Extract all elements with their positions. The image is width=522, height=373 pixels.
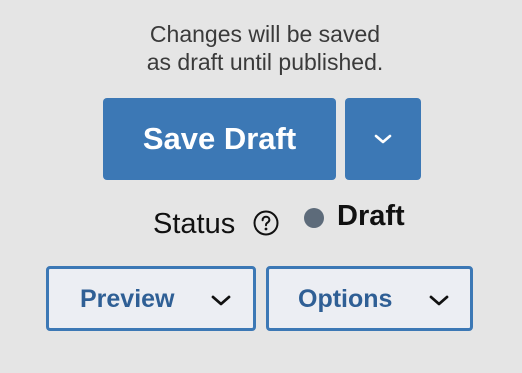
status-dot — [304, 208, 324, 228]
preview-label: Preview — [80, 285, 175, 313]
help-circle-icon[interactable] — [253, 210, 279, 236]
save-notice-line-2: as draft until published. — [146, 49, 384, 75]
chevron-down-icon — [374, 134, 392, 144]
save-draft-label: Save Draft — [142, 121, 297, 156]
options-label: Options — [298, 285, 393, 313]
save-draft-button[interactable]: Save Draft — [103, 98, 336, 180]
preview-button[interactable]: Preview — [46, 266, 256, 331]
chevron-down-icon — [211, 295, 231, 306]
chevron-down-icon — [429, 295, 449, 306]
save-notice: Changes will be saved as draft until pub… — [0, 20, 522, 76]
options-button[interactable]: Options — [266, 266, 473, 331]
status-value: Draft — [337, 200, 405, 232]
status-label: Status — [153, 208, 236, 240]
save-options-toggle-button[interactable] — [345, 98, 421, 180]
status-row: Status Draft — [0, 200, 522, 250]
save-notice-line-1: Changes will be saved — [149, 21, 381, 47]
